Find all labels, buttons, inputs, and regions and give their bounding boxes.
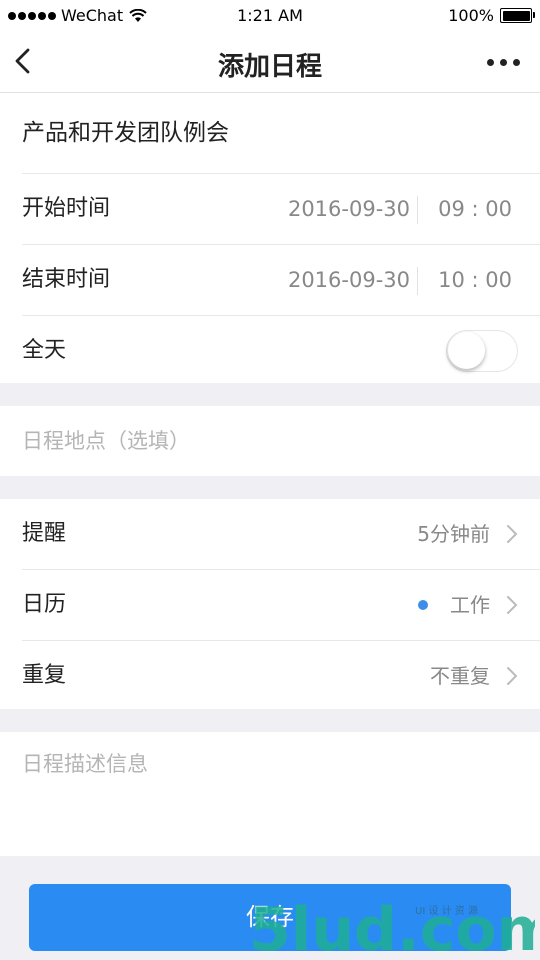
- divider: [417, 196, 418, 224]
- repeat-label: 重复: [22, 663, 67, 688]
- reminder-row[interactable]: 提醒 5分钟前: [22, 499, 540, 570]
- all-day-row: 全天: [22, 316, 540, 386]
- status-right: 100%: [448, 6, 535, 25]
- reminder-label: 提醒: [22, 521, 67, 546]
- options-group: 提醒 5分钟前 日历 工作 重复 不重复: [0, 499, 540, 709]
- save-button[interactable]: 保存: [29, 884, 511, 951]
- schedule-basic-group: 开始时间 2016-09-30 09 : 00 结束时间 2016-09-30 …: [0, 93, 540, 383]
- description-textarea[interactable]: [22, 748, 512, 848]
- repeat-value: 不重复: [430, 664, 490, 688]
- calendar-row[interactable]: 日历 工作: [22, 570, 540, 641]
- end-time-label: 结束时间: [22, 267, 111, 292]
- end-time-row[interactable]: 结束时间 2016-09-30 10 : 00: [22, 245, 540, 316]
- end-date-value[interactable]: 2016-09-30: [288, 245, 410, 315]
- repeat-row[interactable]: 重复 不重复: [22, 641, 540, 711]
- description-group: [0, 732, 540, 856]
- all-day-toggle[interactable]: [446, 330, 518, 372]
- location-group: [0, 406, 540, 476]
- all-day-label: 全天: [22, 338, 67, 363]
- start-date-value[interactable]: 2016-09-30: [288, 174, 410, 244]
- chevron-right-icon: [507, 525, 518, 543]
- start-time-value[interactable]: 09 : 00: [438, 174, 512, 244]
- toggle-knob: [448, 332, 485, 369]
- end-time-value[interactable]: 10 : 00: [438, 245, 512, 315]
- status-bar: WeChat 1:21 AM 100%: [0, 0, 540, 30]
- chevron-right-icon: [507, 596, 518, 614]
- reminder-value: 5分钟前: [417, 522, 490, 546]
- calendar-value: 工作: [450, 593, 490, 617]
- location-input[interactable]: [22, 406, 512, 476]
- battery-icon: [500, 8, 535, 23]
- battery-percent: 100%: [448, 6, 494, 25]
- battery-fill: [502, 10, 530, 21]
- divider: [417, 267, 418, 295]
- start-time-row[interactable]: 开始时间 2016-09-30 09 : 00: [22, 174, 540, 245]
- event-title-row: [22, 93, 540, 174]
- start-time-label: 开始时间: [22, 196, 111, 221]
- nav-bar: 添加日程: [0, 30, 540, 93]
- chevron-right-icon: [507, 667, 518, 685]
- page-title: 添加日程: [217, 52, 322, 82]
- event-title-input[interactable]: [22, 93, 512, 173]
- calendar-color-dot: [418, 600, 428, 610]
- more-options-icon[interactable]: [487, 59, 520, 66]
- calendar-label: 日历: [22, 592, 67, 617]
